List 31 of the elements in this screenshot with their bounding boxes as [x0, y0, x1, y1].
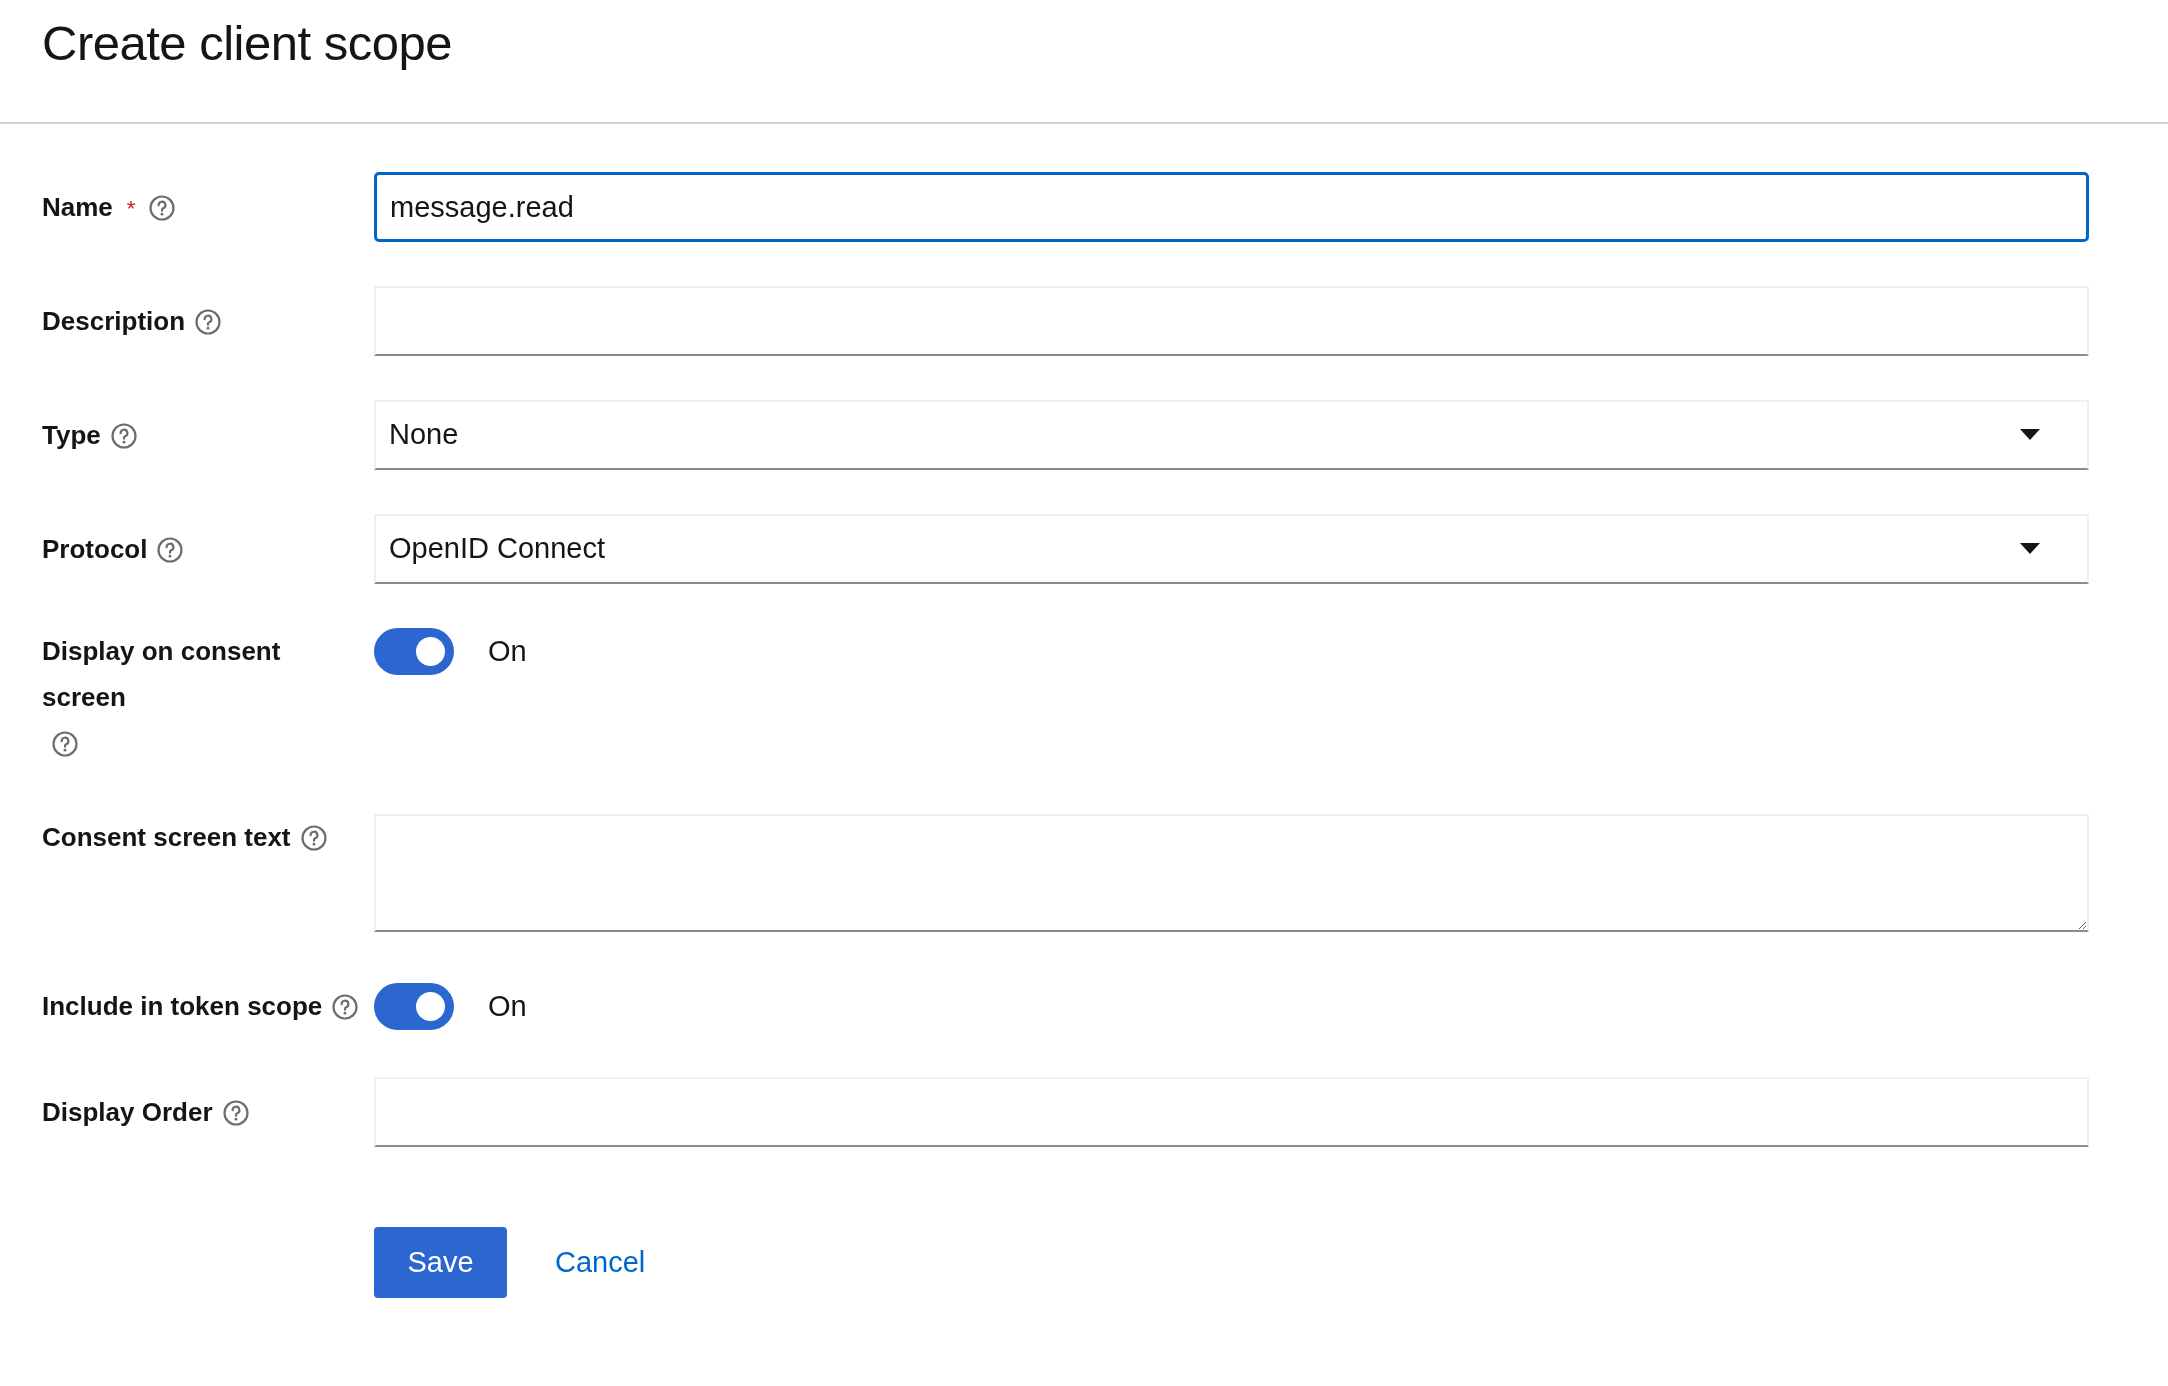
field-label: Display on consent screen [42, 635, 282, 714]
select-field[interactable]: None [374, 400, 2089, 470]
help-icon[interactable] [110, 423, 137, 449]
field-label: Name [42, 191, 113, 224]
text-field[interactable]: message.read [374, 172, 2089, 242]
field-label: Display Order [42, 1096, 213, 1129]
help-icon[interactable] [52, 731, 78, 757]
toggle-state-text: On [488, 988, 527, 1024]
toggle-state-text: On [488, 633, 527, 669]
help-icon[interactable] [149, 195, 176, 221]
text-field[interactable] [374, 286, 2089, 356]
field-label: Consent screen text [42, 821, 291, 854]
field-label: Description [42, 305, 186, 338]
page-title: Create client scope [42, 15, 453, 72]
required-marker: * [126, 196, 136, 221]
cancel-link[interactable]: Cancel [555, 1240, 646, 1285]
field-label: Type [42, 419, 101, 452]
select-field[interactable]: OpenID Connect [374, 514, 2089, 584]
toggle-switch[interactable] [374, 983, 454, 1030]
help-icon[interactable] [157, 537, 184, 563]
caret-icon [2020, 429, 2040, 441]
field-label: Include in token scope [42, 990, 323, 1023]
toggle-switch[interactable] [374, 628, 454, 675]
help-icon[interactable] [300, 825, 327, 851]
save-button[interactable]: Save [374, 1227, 507, 1298]
field-label: Protocol [42, 533, 148, 566]
caret-icon [2020, 543, 2040, 555]
help-icon[interactable] [195, 309, 222, 335]
help-icon[interactable] [222, 1100, 249, 1126]
help-icon[interactable] [332, 994, 359, 1020]
text-field[interactable] [374, 1077, 2089, 1147]
